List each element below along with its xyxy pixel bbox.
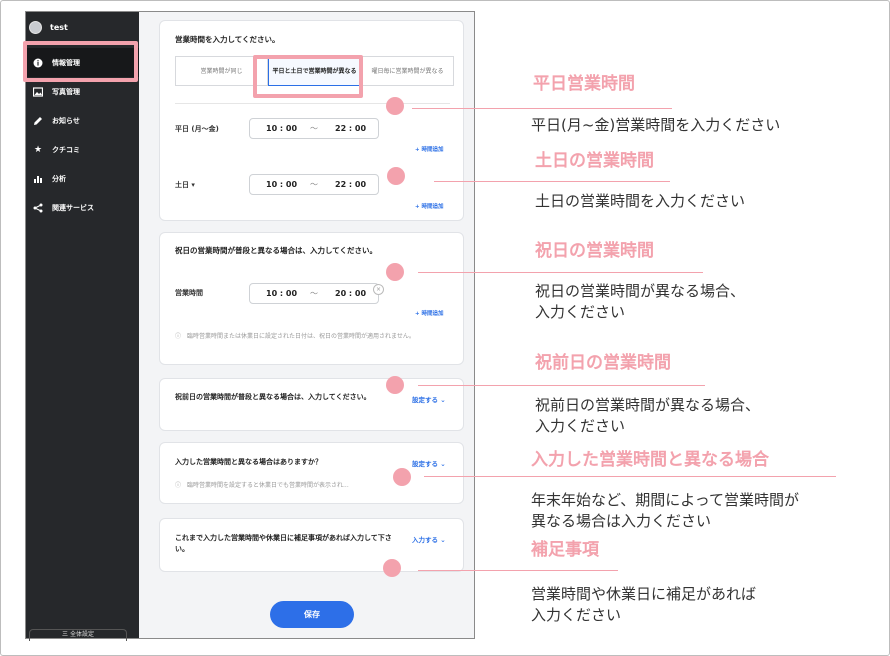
user-account[interactable]: test xyxy=(29,18,68,36)
annotation-title: 平日営業時間 xyxy=(533,74,635,94)
pencil-icon xyxy=(31,116,45,126)
weekday-open-time: 10 : 00 xyxy=(266,124,298,133)
weekday-close-time: 22 : 00 xyxy=(335,124,367,133)
time-separator: ～ xyxy=(310,124,318,133)
card-title: 営業時間を入力してください。 xyxy=(175,35,280,44)
weekend-open-time: 10 : 00 xyxy=(266,180,298,189)
supplement-input-button[interactable]: 入力する ⌄ xyxy=(412,534,446,544)
sidebar-item-label: 写真管理 xyxy=(52,87,80,96)
sidebar-item-news[interactable]: お知らせ xyxy=(26,106,139,135)
card-title: 祝前日の営業時間が普段と異なる場合は、入力してください。 xyxy=(175,393,371,401)
annotation-marker xyxy=(386,97,404,115)
sidebar-item-reviews[interactable]: ★ クチコミ xyxy=(26,135,139,164)
annotation-marker xyxy=(386,376,404,394)
special-hours-set-button[interactable]: 設定する ⌄ xyxy=(412,458,446,468)
user-name: test xyxy=(50,22,68,32)
weekend-close-time: 22 : 00 xyxy=(335,180,367,189)
weekend-time-input[interactable]: 10 : 00 ～ 22 : 00 xyxy=(249,174,379,195)
annotation-marker xyxy=(387,167,405,185)
share-icon xyxy=(31,203,45,213)
annotation-desc: 祝前日の営業時間が異なる場合、 入力ください xyxy=(535,396,761,435)
annotation-line xyxy=(434,181,670,182)
main-content: 営業時間を入力してください。 営業時間が同じ 平日と土日で営業時間が異なる 曜日… xyxy=(139,12,474,638)
annotation-marker xyxy=(386,263,404,281)
annotation-title: 祝日の営業時間 xyxy=(535,241,654,261)
holiday-close-time: 20 : 00 xyxy=(335,289,367,298)
annotation-title: 補足事項 xyxy=(531,540,599,560)
annotation-marker xyxy=(383,559,401,577)
annotation-marker xyxy=(393,468,411,486)
card-title: これまで入力した営業時間や休業日に補足事項があれば入力して下さい。 xyxy=(175,534,392,553)
annotation-title: 入力した営業時間と異なる場合 xyxy=(531,450,769,470)
sidebar-item-analytics[interactable]: 分析 xyxy=(26,164,139,193)
avatar xyxy=(29,20,42,34)
annotation-line xyxy=(418,570,618,571)
annotation-title: 土日の営業時間 xyxy=(535,151,654,171)
option-per-day-differ[interactable]: 曜日毎に営業時間が異なる xyxy=(361,56,454,86)
weekday-time-input[interactable]: 10 : 00 ～ 22 : 00 xyxy=(249,118,379,139)
annotation-desc: 営業時間や休業日に補足があれば 入力ください xyxy=(531,585,757,624)
annotation-title: 祝前日の営業時間 xyxy=(535,353,671,373)
weekday-label: 平日 (月～金) xyxy=(175,125,219,133)
add-time-link[interactable]: + 時間追加 xyxy=(415,202,444,210)
card-title: 入力した営業時間と異なる場合はありますか？ xyxy=(175,458,322,466)
time-separator: ～ xyxy=(310,289,318,298)
business-hours-card: 営業時間を入力してください。 営業時間が同じ 平日と土日で営業時間が異なる 曜日… xyxy=(159,20,464,221)
photo-icon xyxy=(31,86,45,97)
app-window: test 情報管理 写真管理 お知らせ ★ クチコミ 分析 関連サービス 三 全… xyxy=(23,11,475,641)
annotation-line xyxy=(418,272,703,273)
hours-label: 営業時間 xyxy=(175,289,203,297)
holiday-note: ⓘ 臨時営業時間または休業日に設定された日付は、祝日の営業時間が適用されません。 xyxy=(175,333,415,340)
weekend-label[interactable]: 土日 ▾ xyxy=(175,180,195,190)
holiday-hours-card: 祝日の営業時間が普段と異なる場合は、入力してください。 営業時間 10 : 00… xyxy=(159,232,464,365)
card-title: 祝日の営業時間が普段と異なる場合は、入力してください。 xyxy=(175,246,378,255)
bar-chart-icon xyxy=(31,174,45,184)
annotation-desc: 年末年始など、期間によって営業時間が 異なる場合は入力ください xyxy=(531,491,800,530)
save-button[interactable]: 保存 xyxy=(270,601,354,628)
annotation-desc: 祝日の営業時間が異なる場合、 入力ください xyxy=(535,282,746,321)
annotation-line xyxy=(424,476,836,477)
holiday-open-time: 10 : 00 xyxy=(266,289,298,298)
supplement-card: これまで入力した営業時間や休業日に補足事項があれば入力して下さい。 入力する ⌄ xyxy=(159,518,464,572)
sidebar-item-related-services[interactable]: 関連サービス xyxy=(26,193,139,222)
special-hours-note: ⓘ 臨時営業時間を設定すると休業日でも営業時間が表示され... xyxy=(175,482,349,489)
sidebar-item-label: 分析 xyxy=(52,174,66,183)
annotation-desc: 土日の営業時間を入力ください xyxy=(535,192,746,210)
special-hours-card: 入力した営業時間と異なる場合はありますか？ 設定する ⌄ ⓘ 臨時営業時間を設定… xyxy=(159,442,464,504)
annotation-line xyxy=(418,385,705,386)
holiday-time-input[interactable]: 10 : 00 ～ 20 : 00 xyxy=(249,283,379,304)
sidebar: test 情報管理 写真管理 お知らせ ★ クチコミ 分析 関連サービス 三 全… xyxy=(26,12,139,641)
sidebar-item-label: お知らせ xyxy=(52,116,80,125)
time-separator: ～ xyxy=(310,180,318,189)
annotation-line xyxy=(412,108,672,109)
option-highlight-box xyxy=(253,55,363,98)
sidebar-item-label: クチコミ xyxy=(52,145,80,154)
star-icon: ★ xyxy=(33,144,43,155)
add-time-link[interactable]: + 時間追加 xyxy=(415,309,444,317)
remove-time-button[interactable]: × xyxy=(373,284,384,295)
settings-button[interactable]: 三 全体設定 xyxy=(29,629,127,641)
add-time-link[interactable]: + 時間追加 xyxy=(415,145,444,153)
divider xyxy=(175,103,450,104)
sidebar-item-label: 関連サービス xyxy=(52,203,94,212)
pre-holiday-set-button[interactable]: 設定する ⌄ xyxy=(412,394,446,404)
annotation-desc: 平日(月~金)営業時間を入力ください xyxy=(531,116,781,134)
sidebar-highlight-box xyxy=(23,41,138,82)
